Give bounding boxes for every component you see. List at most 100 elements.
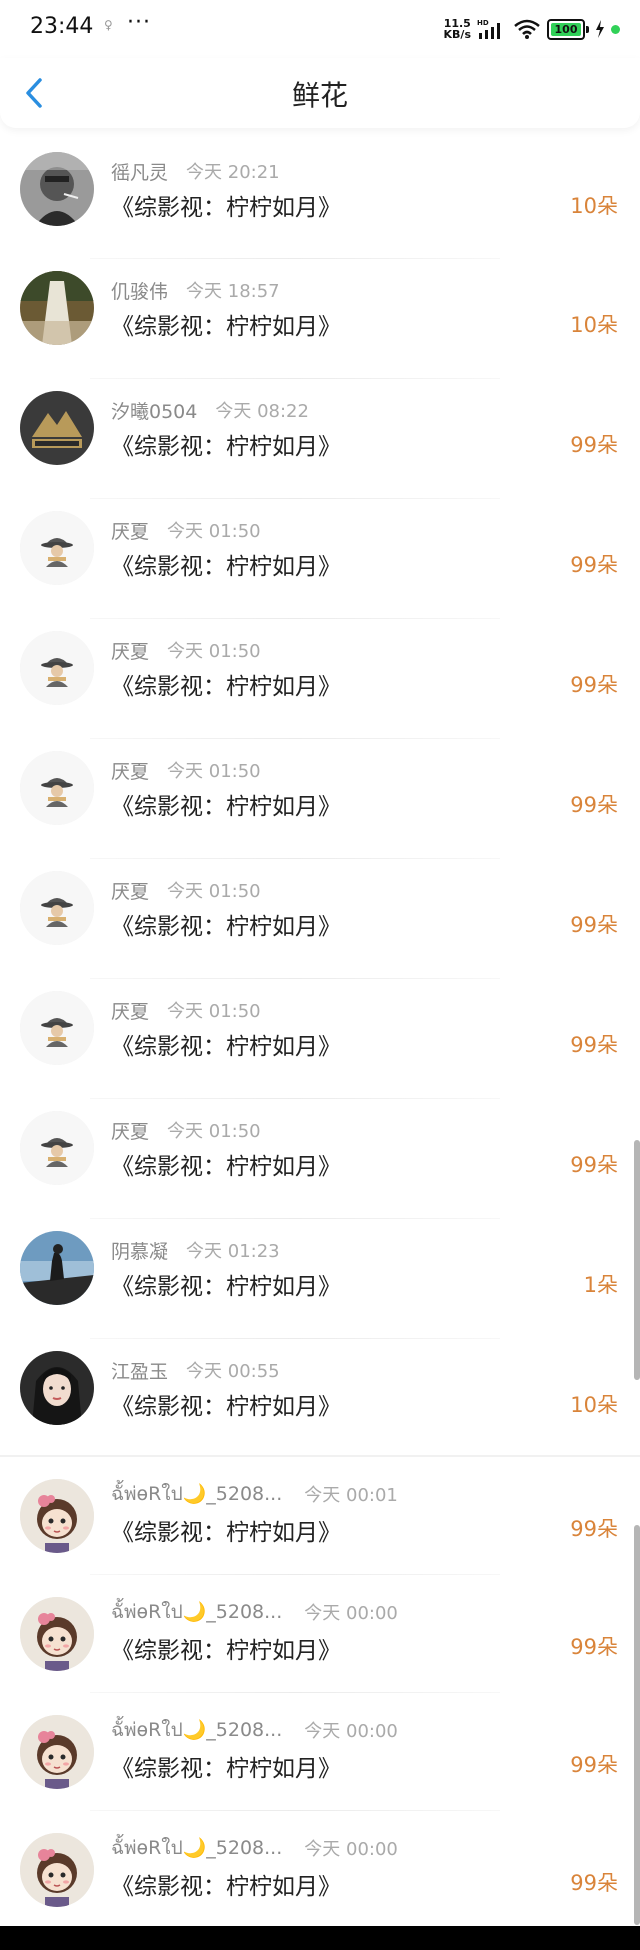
timestamp: 今天 20:21: [186, 162, 280, 183]
user-name: 厌夏: [111, 761, 150, 783]
avatar[interactable]: [20, 1597, 94, 1671]
user-name: 徭凡灵: [111, 162, 169, 184]
flower-count: 1朵: [583, 1273, 618, 1297]
avatar[interactable]: [20, 152, 94, 226]
avatar[interactable]: [20, 1351, 94, 1425]
timestamp: 今天 01:50: [167, 1121, 261, 1142]
flower-count: 99朵: [570, 673, 618, 697]
timestamp: 今天 00:00: [304, 1839, 398, 1860]
avatar[interactable]: [20, 1833, 94, 1907]
user-name: 厌夏: [111, 641, 150, 663]
user-name: 厌夏: [111, 1001, 150, 1023]
timestamp: 今天 08:22: [215, 401, 309, 422]
wifi-icon: [514, 19, 540, 39]
timestamp: 今天 00:00: [304, 1721, 398, 1742]
avatar[interactable]: [20, 391, 94, 465]
list-item[interactable]: ฉั้พ่ѳRใป🌙_5208... 今天 00:00 《综影视：柠柠如月》 99朵: [0, 1693, 640, 1811]
user-name: 厌夏: [111, 1121, 150, 1143]
scrollbar[interactable]: [634, 1140, 640, 1380]
user-name: 厌夏: [111, 521, 150, 543]
timestamp: 今天 01:50: [167, 761, 261, 782]
timestamp: 今天 00:01: [304, 1485, 398, 1506]
flower-count: 99朵: [570, 793, 618, 817]
user-name: 江盈玉: [111, 1361, 169, 1383]
list-item[interactable]: 厌夏 今天 01:50 《综影视：柠柠如月》 99朵: [0, 619, 640, 739]
avatar[interactable]: [20, 1479, 94, 1553]
battery-icon: 100: [547, 18, 585, 40]
flower-count: 99朵: [570, 1635, 618, 1659]
avatar[interactable]: [20, 871, 94, 945]
flower-count: 99朵: [570, 913, 618, 937]
user-name: ฉั้พ่ѳRใป🌙_5208...: [111, 1719, 283, 1741]
book-title: 《综影视：柠柠如月》: [111, 1034, 341, 1060]
scrollbar-thumb[interactable]: [634, 1525, 640, 1925]
user-name: 汐曦0504: [111, 401, 198, 423]
network-speed: 11.5 KB/s: [443, 17, 471, 41]
timestamp: 今天 01:23: [186, 1241, 280, 1262]
book-title: 《综影视：柠柠如月》: [111, 314, 341, 340]
list-item[interactable]: 厌夏 今天 01:50 《综影视：柠柠如月》 99朵: [0, 859, 640, 979]
book-title: 《综影视：柠柠如月》: [111, 794, 341, 820]
list-item[interactable]: 厌夏 今天 01:50 《综影视：柠柠如月》 99朵: [0, 499, 640, 619]
avatar[interactable]: [20, 991, 94, 1065]
list-item[interactable]: 汐曦0504 今天 08:22 《综影视：柠柠如月》 99朵: [0, 379, 640, 499]
user-name: 仉骏伟: [111, 281, 169, 303]
avatar[interactable]: [20, 1231, 94, 1305]
avatar[interactable]: [20, 271, 94, 345]
flower-count: 99朵: [570, 1153, 618, 1177]
list-item[interactable]: 阴慕凝 今天 01:23 《综影视：柠柠如月》 1朵: [0, 1219, 640, 1339]
charging-icon: [596, 20, 604, 38]
list-item[interactable]: 厌夏 今天 01:50 《综影视：柠柠如月》 99朵: [0, 1099, 640, 1219]
status-time: 23:44: [30, 14, 94, 39]
timestamp: 今天 01:50: [167, 881, 261, 902]
book-title: 《综影视：柠柠如月》: [111, 1394, 341, 1420]
list-item[interactable]: 徭凡灵 今天 20:21 《综影视：柠柠如月》 10朵: [0, 140, 640, 259]
timestamp: 今天 01:50: [167, 1001, 261, 1022]
avatar[interactable]: [20, 1715, 94, 1789]
more-notifications-icon: ···: [127, 10, 151, 35]
avatar[interactable]: [20, 631, 94, 705]
user-name: ฉั้พ่ѳRใป🌙_5208...: [111, 1601, 283, 1623]
list-item[interactable]: 江盈玉 今天 00:55 《综影视：柠柠如月》 10朵: [0, 1339, 640, 1457]
book-title: 《综影视：柠柠如月》: [111, 554, 341, 580]
book-title: 《综影视：柠柠如月》: [111, 674, 341, 700]
avatar[interactable]: [20, 1111, 94, 1185]
flower-count: 99朵: [570, 1753, 618, 1777]
list-item[interactable]: ฉั้พ่ѳRใป🌙_5208... 今天 00:00 《综影视：柠柠如月》 99朵: [0, 1575, 640, 1693]
book-title: 《综影视：柠柠如月》: [111, 1520, 341, 1546]
list-item[interactable]: 仉骏伟 今天 18:57 《综影视：柠柠如月》 10朵: [0, 259, 640, 379]
avatar[interactable]: [20, 511, 94, 585]
user-name: ฉั้พ่ѳRใป🌙_5208...: [111, 1483, 283, 1505]
book-title: 《综影视：柠柠如月》: [111, 195, 341, 221]
signal-icon: HD: [477, 19, 500, 39]
flower-count: 99朵: [570, 433, 618, 457]
flower-count: 99朵: [570, 553, 618, 577]
list-item[interactable]: 厌夏 今天 01:50 《综影视：柠柠如月》 99朵: [0, 979, 640, 1099]
privacy-indicator-icon: [611, 24, 620, 34]
svg-text:HD: HD: [477, 19, 489, 27]
list-item[interactable]: ฉั้พ่ѳRใป🌙_5208... 今天 00:01 《综影视：柠柠如月》 99朵: [0, 1457, 640, 1575]
book-title: 《综影视：柠柠如月》: [111, 914, 341, 940]
nav-bar: 鲜花: [0, 58, 640, 128]
timestamp: 今天 00:00: [304, 1603, 398, 1624]
timestamp: 今天 01:50: [167, 641, 261, 662]
status-icons: 11.5 KB/s HD 100: [444, 14, 620, 44]
list-item[interactable]: 厌夏 今天 01:50 《综影视：柠柠如月》 99朵: [0, 739, 640, 859]
user-name: 阴慕凝: [111, 1241, 169, 1263]
flower-count: 99朵: [570, 1871, 618, 1895]
user-name: ฉั้พ่ѳRใป🌙_5208...: [111, 1837, 283, 1859]
book-title: 《综影视：柠柠如月》: [111, 434, 341, 460]
list-item[interactable]: ฉั้พ่ѳRใป🌙_5208... 今天 00:00 《综影视：柠柠如月》 99朵: [0, 1811, 640, 1929]
avatar[interactable]: [20, 751, 94, 825]
notification-dot-icon: ♀: [104, 18, 113, 32]
bottom-edge: [0, 1926, 640, 1950]
flower-count: 10朵: [570, 313, 618, 337]
book-title: 《综影视：柠柠如月》: [111, 1638, 341, 1664]
book-title: 《综影视：柠柠如月》: [111, 1756, 341, 1782]
battery-cap: [586, 25, 589, 33]
flower-list: 徭凡灵 今天 20:21 《综影视：柠柠如月》 10朵 仉骏伟 今天 18:57 《综影视：…: [0, 140, 640, 1929]
timestamp: 今天 18:57: [186, 281, 280, 302]
page-title: 鲜花: [291, 79, 348, 112]
timestamp: 今天 01:50: [167, 521, 261, 542]
flower-count: 10朵: [570, 1393, 618, 1417]
